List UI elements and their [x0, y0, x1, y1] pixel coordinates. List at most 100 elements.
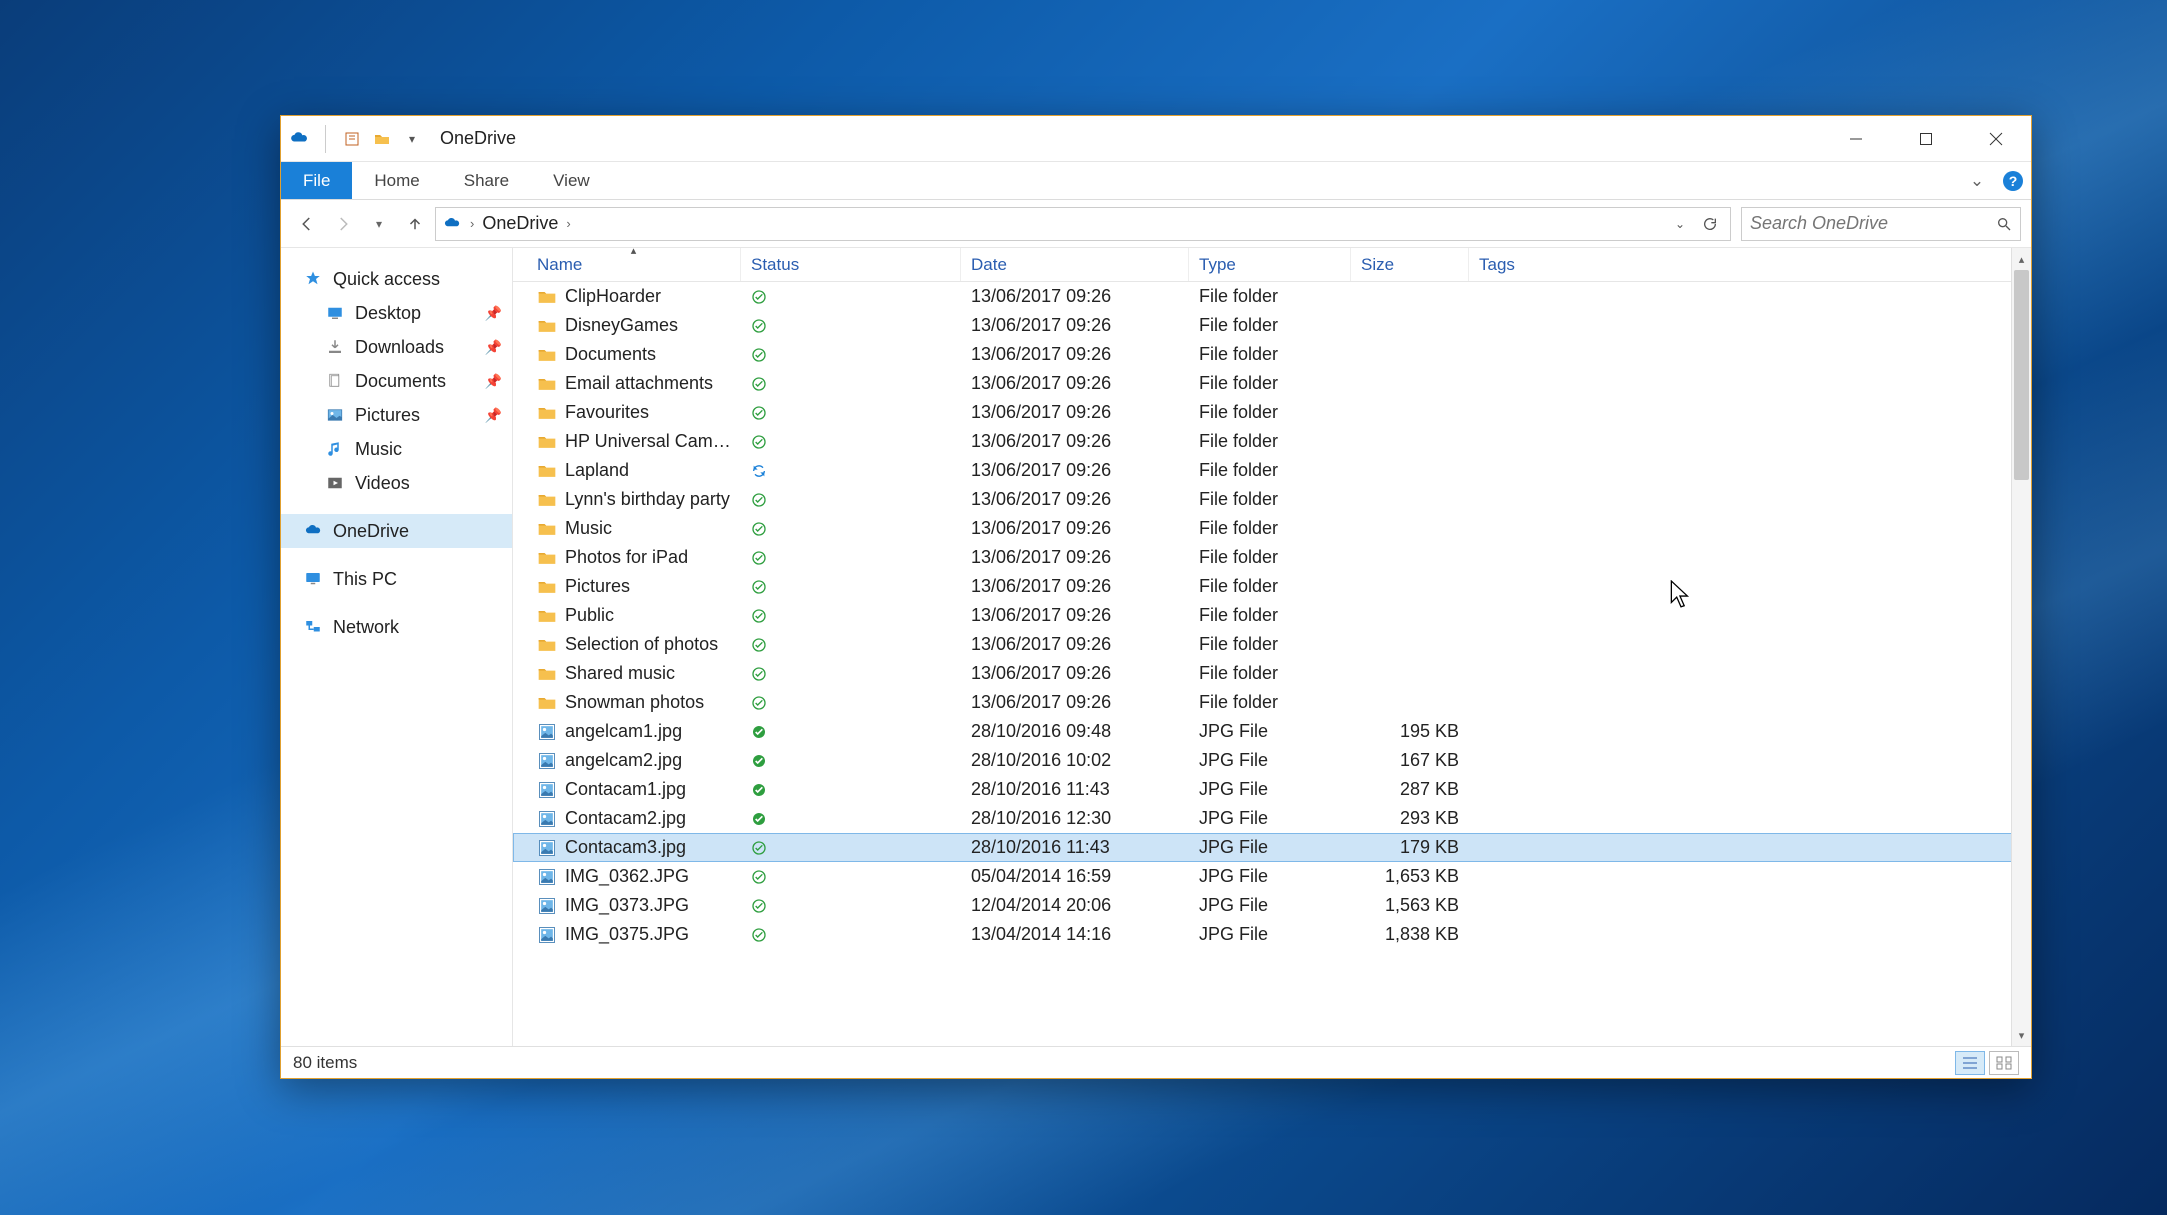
- file-name: Pictures: [565, 576, 630, 597]
- scroll-up-icon[interactable]: ▴: [2012, 248, 2031, 270]
- sidebar-item-music[interactable]: Music: [281, 432, 512, 466]
- ribbon-tab-view[interactable]: View: [531, 162, 612, 199]
- search-box[interactable]: [1741, 207, 2021, 241]
- minimize-button[interactable]: [1821, 116, 1891, 162]
- file-size: 287 KB: [1351, 779, 1469, 800]
- nav-back-button[interactable]: [291, 208, 323, 240]
- sidebar-label: Downloads: [355, 337, 444, 358]
- file-row[interactable]: Photos for iPad13/06/2017 09:26File fold…: [513, 543, 2031, 572]
- nav-forward-button[interactable]: [327, 208, 359, 240]
- file-row[interactable]: IMG_0362.JPG05/04/2014 16:59JPG File1,65…: [513, 862, 2031, 891]
- file-name: angelcam1.jpg: [565, 721, 682, 742]
- ribbon-tab-file[interactable]: File: [281, 162, 352, 199]
- file-row[interactable]: Lapland13/06/2017 09:26File folder: [513, 456, 2031, 485]
- file-row[interactable]: Selection of photos13/06/2017 09:26File …: [513, 630, 2031, 659]
- sidebar-item-desktop[interactable]: Desktop📌: [281, 296, 512, 330]
- quick-access-icon: [303, 269, 323, 289]
- qat-folder-icon[interactable]: [372, 129, 392, 149]
- file-row[interactable]: Documents13/06/2017 09:26File folder: [513, 340, 2031, 369]
- column-header-type[interactable]: Type: [1189, 248, 1351, 281]
- column-header-status[interactable]: Status: [741, 248, 961, 281]
- ribbon-tab-share[interactable]: Share: [442, 162, 531, 199]
- column-header-name[interactable]: Name▴: [527, 248, 741, 281]
- file-row[interactable]: Pictures13/06/2017 09:26File folder: [513, 572, 2031, 601]
- sidebar-item-videos[interactable]: Videos: [281, 466, 512, 500]
- file-row[interactable]: Lynn's birthday party13/06/2017 09:26Fil…: [513, 485, 2031, 514]
- documents-icon: [325, 371, 345, 391]
- scroll-down-icon[interactable]: ▾: [2012, 1024, 2031, 1046]
- nav-history-dropdown[interactable]: ▾: [363, 208, 395, 240]
- scroll-track[interactable]: [2012, 270, 2031, 1024]
- sidebar-item-onedrive[interactable]: OneDrive: [281, 514, 512, 548]
- status-ok-solid-icon: [751, 753, 767, 769]
- search-icon[interactable]: [1996, 216, 2012, 232]
- file-row[interactable]: Contacam2.jpg28/10/2016 12:30JPG File293…: [513, 804, 2031, 833]
- file-type: File folder: [1189, 576, 1351, 597]
- file-name: IMG_0362.JPG: [565, 866, 689, 887]
- file-date: 13/06/2017 09:26: [961, 315, 1189, 336]
- sidebar-item-pictures[interactable]: Pictures📌: [281, 398, 512, 432]
- file-size: 293 KB: [1351, 808, 1469, 829]
- sidebar-item-network[interactable]: Network: [281, 610, 512, 644]
- file-row[interactable]: Contacam1.jpg28/10/2016 11:43JPG File287…: [513, 775, 2031, 804]
- chevron-right-icon[interactable]: ›: [466, 216, 478, 231]
- view-large-icons-button[interactable]: [1989, 1051, 2019, 1075]
- column-header-tags[interactable]: Tags: [1469, 248, 1589, 281]
- column-header-size[interactable]: Size: [1351, 248, 1469, 281]
- sidebar-label: Pictures: [355, 405, 420, 426]
- search-input[interactable]: [1750, 213, 1996, 234]
- close-button[interactable]: [1961, 116, 2031, 162]
- scroll-thumb[interactable]: [2014, 270, 2029, 480]
- file-date: 28/10/2016 11:43: [961, 837, 1189, 858]
- view-details-button[interactable]: [1955, 1051, 1985, 1075]
- file-name: Music: [565, 518, 612, 539]
- chevron-right-icon[interactable]: ›: [562, 216, 574, 231]
- file-row[interactable]: Music13/06/2017 09:26File folder: [513, 514, 2031, 543]
- qat-dropdown-icon[interactable]: ▾: [402, 129, 422, 149]
- status-sync-icon: [751, 463, 767, 479]
- status-ok-icon: [751, 289, 767, 305]
- qat-save-icon[interactable]: [342, 129, 362, 149]
- folder-icon: [537, 577, 557, 597]
- file-row[interactable]: DisneyGames13/06/2017 09:26File folder: [513, 311, 2031, 340]
- file-row[interactable]: IMG_0375.JPG13/04/2014 14:16JPG File1,83…: [513, 920, 2031, 949]
- maximize-button[interactable]: [1891, 116, 1961, 162]
- file-size: 1,838 KB: [1351, 924, 1469, 945]
- file-name: Lapland: [565, 460, 629, 481]
- file-date: 13/06/2017 09:26: [961, 663, 1189, 684]
- sidebar-item-quick-access[interactable]: Quick access: [281, 262, 512, 296]
- vertical-scrollbar[interactable]: ▴ ▾: [2011, 248, 2031, 1046]
- image-icon: [537, 780, 557, 800]
- sidebar-item-this-pc[interactable]: This PC: [281, 562, 512, 596]
- breadcrumb-dropdown-icon[interactable]: ⌄: [1666, 210, 1694, 238]
- file-date: 13/06/2017 09:26: [961, 692, 1189, 713]
- ribbon-tab-home[interactable]: Home: [352, 162, 441, 199]
- nav-up-button[interactable]: [399, 208, 431, 240]
- column-header-date[interactable]: Date: [961, 248, 1189, 281]
- file-row[interactable]: ClipHoarder13/06/2017 09:26File folder: [513, 282, 2031, 311]
- file-row[interactable]: Snowman photos13/06/2017 09:26File folde…: [513, 688, 2031, 717]
- file-row[interactable]: Email attachments13/06/2017 09:26File fo…: [513, 369, 2031, 398]
- file-row[interactable]: Favourites13/06/2017 09:26File folder: [513, 398, 2031, 427]
- sidebar-item-downloads[interactable]: Downloads📌: [281, 330, 512, 364]
- file-row[interactable]: Shared music13/06/2017 09:26File folder: [513, 659, 2031, 688]
- ribbon-expand-icon[interactable]: ⌄: [1959, 162, 1995, 199]
- file-size: 195 KB: [1351, 721, 1469, 742]
- file-row[interactable]: Public13/06/2017 09:26File folder: [513, 601, 2031, 630]
- refresh-button[interactable]: [1696, 210, 1724, 238]
- file-date: 28/10/2016 12:30: [961, 808, 1189, 829]
- file-date: 13/06/2017 09:26: [961, 286, 1189, 307]
- file-row[interactable]: HP Universal Camer...13/06/2017 09:26Fil…: [513, 427, 2031, 456]
- sidebar-item-documents[interactable]: Documents📌: [281, 364, 512, 398]
- help-button[interactable]: ?: [1995, 162, 2031, 199]
- column-headers: Name▴ Status Date Type Size Tags: [513, 248, 2031, 282]
- folder-icon: [537, 693, 557, 713]
- file-row[interactable]: angelcam2.jpg28/10/2016 10:02JPG File167…: [513, 746, 2031, 775]
- breadcrumb[interactable]: › OneDrive › ⌄: [435, 207, 1731, 241]
- file-row[interactable]: Contacam3.jpg28/10/2016 11:43JPG File179…: [513, 833, 2031, 862]
- image-icon: [537, 925, 557, 945]
- breadcrumb-item[interactable]: OneDrive: [482, 213, 558, 234]
- file-row[interactable]: angelcam1.jpg28/10/2016 09:48JPG File195…: [513, 717, 2031, 746]
- explorer-window: ▾ OneDrive File Home Share View ⌄ ? ▾: [280, 115, 2032, 1079]
- file-row[interactable]: IMG_0373.JPG12/04/2014 20:06JPG File1,56…: [513, 891, 2031, 920]
